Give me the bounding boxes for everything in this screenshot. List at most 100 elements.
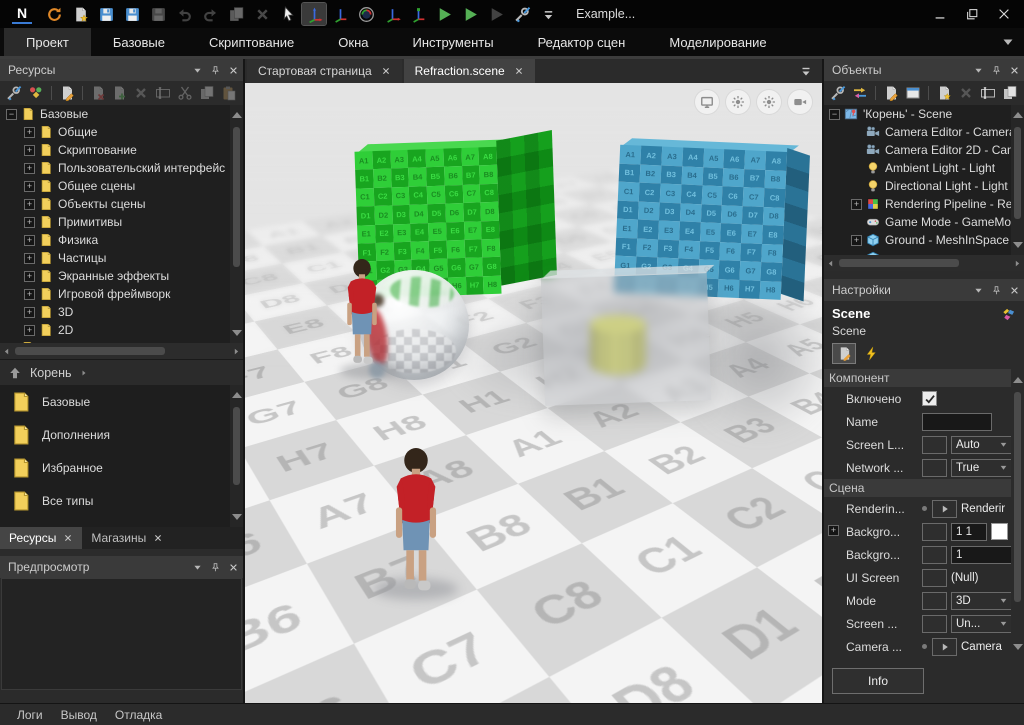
tree-item[interactable]: +Общее сцены: [0, 177, 243, 195]
close-tab-icon[interactable]: [63, 533, 73, 543]
close-button[interactable]: [988, 2, 1020, 26]
display-mode-button[interactable]: [695, 90, 719, 114]
transform-tool-button[interactable]: [328, 3, 352, 25]
pin-icon[interactable]: [991, 285, 1002, 296]
move-tool-button[interactable]: [302, 3, 326, 25]
expander-icon[interactable]: +: [24, 289, 35, 300]
camera-settings-button[interactable]: [788, 90, 812, 114]
build-tools-button[interactable]: [510, 3, 534, 25]
tools-button[interactable]: [828, 83, 848, 103]
close-tab-icon[interactable]: [153, 533, 163, 543]
object-tree-item[interactable]: Directional Light - Light: [824, 177, 1024, 195]
property-extra-button[interactable]: [922, 546, 947, 564]
close-tab-icon[interactable]: [514, 66, 524, 76]
dock-tab-Магазины[interactable]: Магазины: [82, 527, 172, 549]
status-tab-Вывод[interactable]: Вывод: [52, 708, 106, 722]
rotate-tool-button[interactable]: [354, 3, 378, 25]
object-tree-item[interactable]: Camera Editor - Camera: [824, 123, 1024, 141]
checkbox[interactable]: [922, 391, 937, 406]
paste-button[interactable]: [219, 83, 239, 103]
folder-item[interactable]: Базовые: [0, 385, 243, 418]
breadcrumb[interactable]: Корень: [0, 359, 243, 385]
tree-item[interactable]: +Игровой фреймворк: [0, 285, 243, 303]
panel-menu-icon[interactable]: [973, 65, 984, 76]
panel-menu-icon[interactable]: [192, 562, 203, 573]
resources-vscrollbar[interactable]: [230, 105, 243, 343]
play-3-button[interactable]: [484, 3, 508, 25]
scissors-button[interactable]: [175, 83, 195, 103]
arrows-button[interactable]: [850, 83, 870, 103]
undo-button[interactable]: [172, 3, 196, 25]
properties-vscrollbar[interactable]: [1011, 369, 1024, 658]
color-value-input[interactable]: 1 1: [951, 523, 987, 541]
info-button[interactable]: Info: [832, 668, 924, 694]
property-extra-button[interactable]: [932, 638, 957, 656]
app-logo-icon[interactable]: N: [12, 5, 32, 24]
pin-icon[interactable]: [210, 562, 221, 573]
lighting-full-button[interactable]: [726, 90, 750, 114]
expander-icon[interactable]: −: [6, 343, 17, 344]
property-extra-button[interactable]: [922, 615, 947, 633]
close-tab-icon[interactable]: [381, 66, 391, 76]
dropdown[interactable]: Auto: [951, 436, 1013, 454]
property-extra-button[interactable]: [922, 569, 947, 587]
doc-plus-button[interactable]: [110, 83, 130, 103]
folder-item[interactable]: Дополнения: [0, 418, 243, 451]
resources-hscrollbar[interactable]: [0, 343, 243, 359]
panel-menu-icon[interactable]: [973, 285, 984, 296]
property-extra-button[interactable]: [922, 592, 947, 610]
copy-button[interactable]: [1000, 83, 1020, 103]
copy-button[interactable]: [197, 83, 217, 103]
expander-icon[interactable]: +: [24, 145, 35, 156]
doc-edit-button[interactable]: [881, 83, 901, 103]
rename-button[interactable]: [978, 83, 998, 103]
scroll-left-icon[interactable]: [826, 259, 835, 268]
pin-icon[interactable]: [991, 65, 1002, 76]
tree-item[interactable]: +Экранные эффекты: [0, 267, 243, 285]
save-button[interactable]: [94, 3, 118, 25]
expander-icon[interactable]: +: [828, 525, 839, 536]
tree-item[interactable]: +Частицы: [0, 249, 243, 267]
events-tab-button[interactable]: [859, 343, 883, 364]
doc-star-button[interactable]: [934, 83, 954, 103]
move-snap-tool-button[interactable]: [380, 3, 404, 25]
tree-item[interactable]: +2D: [0, 321, 243, 339]
menu-item-7[interactable]: Моделирование: [647, 28, 788, 56]
tree-item[interactable]: +Физика: [0, 231, 243, 249]
objects-vscrollbar[interactable]: [1011, 105, 1024, 255]
save-as-button[interactable]: [146, 3, 170, 25]
property-extra-button[interactable]: [922, 523, 947, 541]
tree-item[interactable]: +Скриптование: [0, 141, 243, 159]
rename-button[interactable]: [153, 83, 173, 103]
close-panel-icon[interactable]: [1009, 65, 1020, 76]
folders-vscrollbar[interactable]: [230, 385, 243, 527]
shapes-button[interactable]: [26, 83, 46, 103]
close-panel-icon[interactable]: [228, 562, 239, 573]
tree-item[interactable]: −: [0, 339, 243, 343]
doc-x-button[interactable]: [88, 83, 108, 103]
new-resource-button[interactable]: [68, 3, 92, 25]
object-tree-item[interactable]: Game Mode - GameMode: [824, 213, 1024, 231]
menu-item-2[interactable]: Базовые: [91, 28, 187, 56]
expander-icon[interactable]: +: [851, 199, 862, 210]
close-panel-icon[interactable]: [228, 65, 239, 76]
doc-edit-button[interactable]: [57, 83, 77, 103]
folder-item[interactable]: Избранное: [0, 451, 243, 484]
object-tree-item[interactable]: +Rendering Pipeline - Rer: [824, 195, 1024, 213]
select-tool-button[interactable]: [276, 3, 300, 25]
delete-button[interactable]: [250, 3, 274, 25]
expander-icon[interactable]: +: [24, 163, 35, 174]
dock-tab-Ресурсы[interactable]: Ресурсы: [0, 527, 82, 549]
section-header[interactable]: Сцена: [824, 479, 1011, 497]
menu-item-1[interactable]: Проект: [4, 28, 91, 56]
text-input[interactable]: [922, 413, 992, 431]
object-tree-item[interactable]: Ambient Light - Light: [824, 159, 1024, 177]
objects-hscrollbar[interactable]: [824, 255, 1024, 271]
menu-item-5[interactable]: Инструменты: [391, 28, 516, 56]
lighting-half-button[interactable]: [757, 90, 781, 114]
menu-item-3[interactable]: Скриптование: [187, 28, 316, 56]
document-tab-Refraction.scene[interactable]: Refraction.scene: [404, 59, 535, 83]
tree-item[interactable]: −Базовые: [0, 105, 243, 123]
tools-button[interactable]: [4, 83, 24, 103]
dropdown[interactable]: 3D: [951, 592, 1013, 610]
